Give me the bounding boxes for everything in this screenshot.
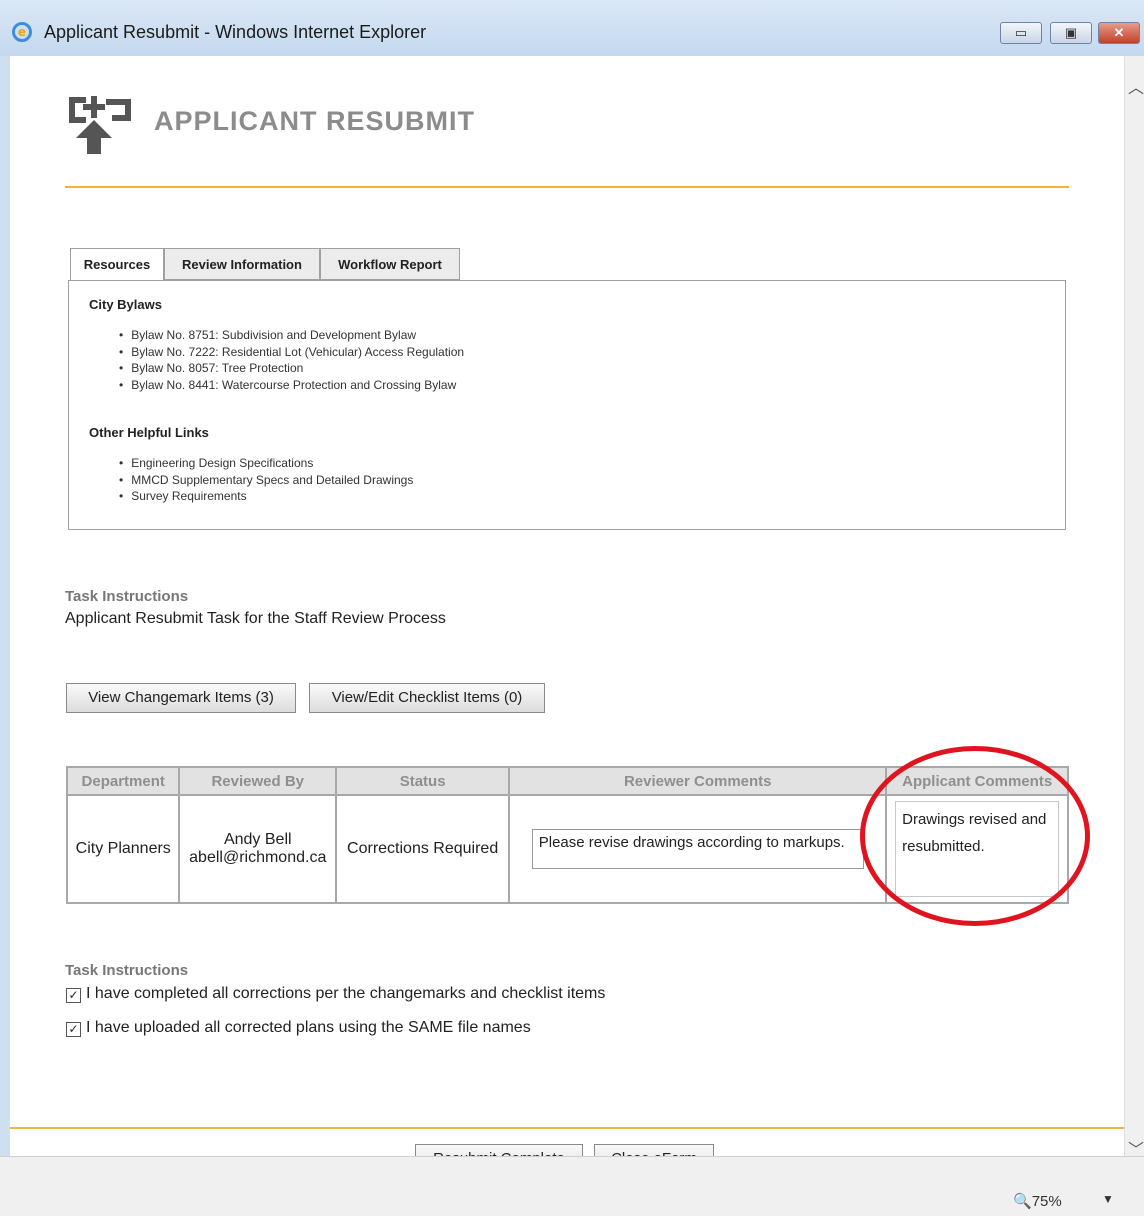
uploaded-checkbox-row[interactable]: ✓ I have uploaded all corrected plans usi… [66, 1019, 531, 1037]
uploaded-checkbox-label: I have uploaded all corrected plans usin… [86, 1019, 531, 1036]
bylaws-heading: City Bylaws [89, 297, 162, 312]
bylaw-link[interactable]: Bylaw No. 8441: Watercourse Protection a… [119, 377, 464, 394]
zoom-value: 75% [1031, 1193, 1062, 1210]
reviewer-name: Andy Bell [223, 831, 292, 848]
tab-review-information[interactable]: Review Information [164, 248, 320, 280]
helpful-link[interactable]: Survey Requirements [119, 488, 413, 505]
table-header-row: Department Reviewed By Status Reviewer C… [65, 766, 1069, 796]
department-cell: City Planners [65, 794, 181, 904]
reviewer-comment-field: Please revise drawings according to mark… [531, 829, 864, 869]
zoom-dropdown-icon[interactable]: ▼ [1102, 1192, 1114, 1206]
scroll-up-icon[interactable]: ︿ [1128, 74, 1144, 98]
header-divider [65, 186, 1069, 188]
corrections-checkbox[interactable]: ✓ [66, 988, 81, 1003]
status-cell: Corrections Required [335, 794, 511, 904]
minimize-button[interactable]: ▭ [1000, 22, 1042, 44]
column-header-applicant-comments: Applicant Comments [885, 766, 1069, 796]
applicant-comments-cell: Drawings revised and resubmitted. [885, 794, 1069, 904]
zoom-icon: 🔍 [1013, 1193, 1032, 1210]
view-checklist-button[interactable]: View/Edit Checklist Items (0) [309, 683, 545, 713]
title-bar: e Applicant Resubmit - Windows Internet … [0, 0, 1144, 56]
task-instructions-heading-2: Task Instructions [65, 962, 189, 979]
reviewer-comments-cell: Please revise drawings according to mark… [508, 794, 888, 904]
helpful-link[interactable]: MMCD Supplementary Specs and Detailed Dr… [119, 472, 413, 489]
view-changemark-button[interactable]: View Changemark Items (3) [66, 683, 296, 713]
internet-explorer-icon: e [12, 22, 32, 42]
corrections-checkbox-row[interactable]: ✓ I have completed all corrections per th… [66, 985, 605, 1003]
close-window-button[interactable]: ✕ [1098, 22, 1140, 44]
page-title: APPLICANT RESUBMIT [154, 106, 475, 136]
table-row: City Planners Andy Bell abell@richmond.c… [65, 794, 1069, 904]
bylaw-link[interactable]: Bylaw No. 7222: Residential Lot (Vehicul… [119, 344, 464, 361]
close-eform-button[interactable]: Close eForm [594, 1144, 714, 1156]
resubmit-logo-icon [69, 96, 131, 154]
corrections-checkbox-label: I have completed all corrections per the… [86, 985, 606, 1002]
column-header-reviewed-by: Reviewed By [178, 766, 338, 796]
browser-window: e Applicant Resubmit - Windows Internet … [0, 0, 1144, 1216]
uploaded-checkbox[interactable]: ✓ [66, 1022, 81, 1037]
tab-resources[interactable]: Resources [70, 248, 164, 281]
resources-panel: City Bylaws Bylaw No. 8751: Subdivision … [68, 280, 1066, 530]
task-instructions-heading: Task Instructions [65, 588, 189, 605]
helpful-link[interactable]: Engineering Design Specifications [119, 455, 413, 472]
helpful-links-heading: Other Helpful Links [89, 425, 209, 440]
review-table: Department Reviewed By Status Reviewer C… [65, 766, 1069, 904]
tab-workflow-report[interactable]: Workflow Report [320, 248, 460, 280]
maximize-button[interactable]: ▣ [1050, 22, 1092, 44]
zoom-level[interactable]: 🔍75% [1013, 1192, 1062, 1210]
bylaws-list: Bylaw No. 8751: Subdivision and Developm… [119, 327, 464, 393]
task-description: Applicant Resubmit Task for the Staff Re… [65, 610, 446, 627]
resubmit-complete-button[interactable]: Resubmit Complete [415, 1144, 583, 1156]
status-bar: 🔍75% ▼ [0, 1156, 1144, 1216]
column-header-department: Department [65, 766, 181, 796]
column-header-status: Status [335, 766, 511, 796]
window-title: Applicant Resubmit - Windows Internet Ex… [44, 22, 427, 42]
applicant-comment-textarea[interactable]: Drawings revised and resubmitted. [895, 801, 1060, 897]
reviewer-email: abell@richmond.ca [189, 849, 327, 866]
column-header-reviewer-comments: Reviewer Comments [508, 766, 888, 796]
bylaw-link[interactable]: Bylaw No. 8751: Subdivision and Developm… [119, 327, 464, 344]
reviewed-by-cell: Andy Bell abell@richmond.ca [178, 794, 338, 904]
page-content: APPLICANT RESUBMIT Resources Review Info… [10, 56, 1124, 1156]
vertical-scrollbar[interactable]: ︿ ﹀ [1124, 56, 1144, 1159]
footer-divider [10, 1127, 1124, 1129]
helpful-links-list: Engineering Design Specifications MMCD S… [119, 455, 413, 505]
bylaw-link[interactable]: Bylaw No. 8057: Tree Protection [119, 360, 464, 377]
